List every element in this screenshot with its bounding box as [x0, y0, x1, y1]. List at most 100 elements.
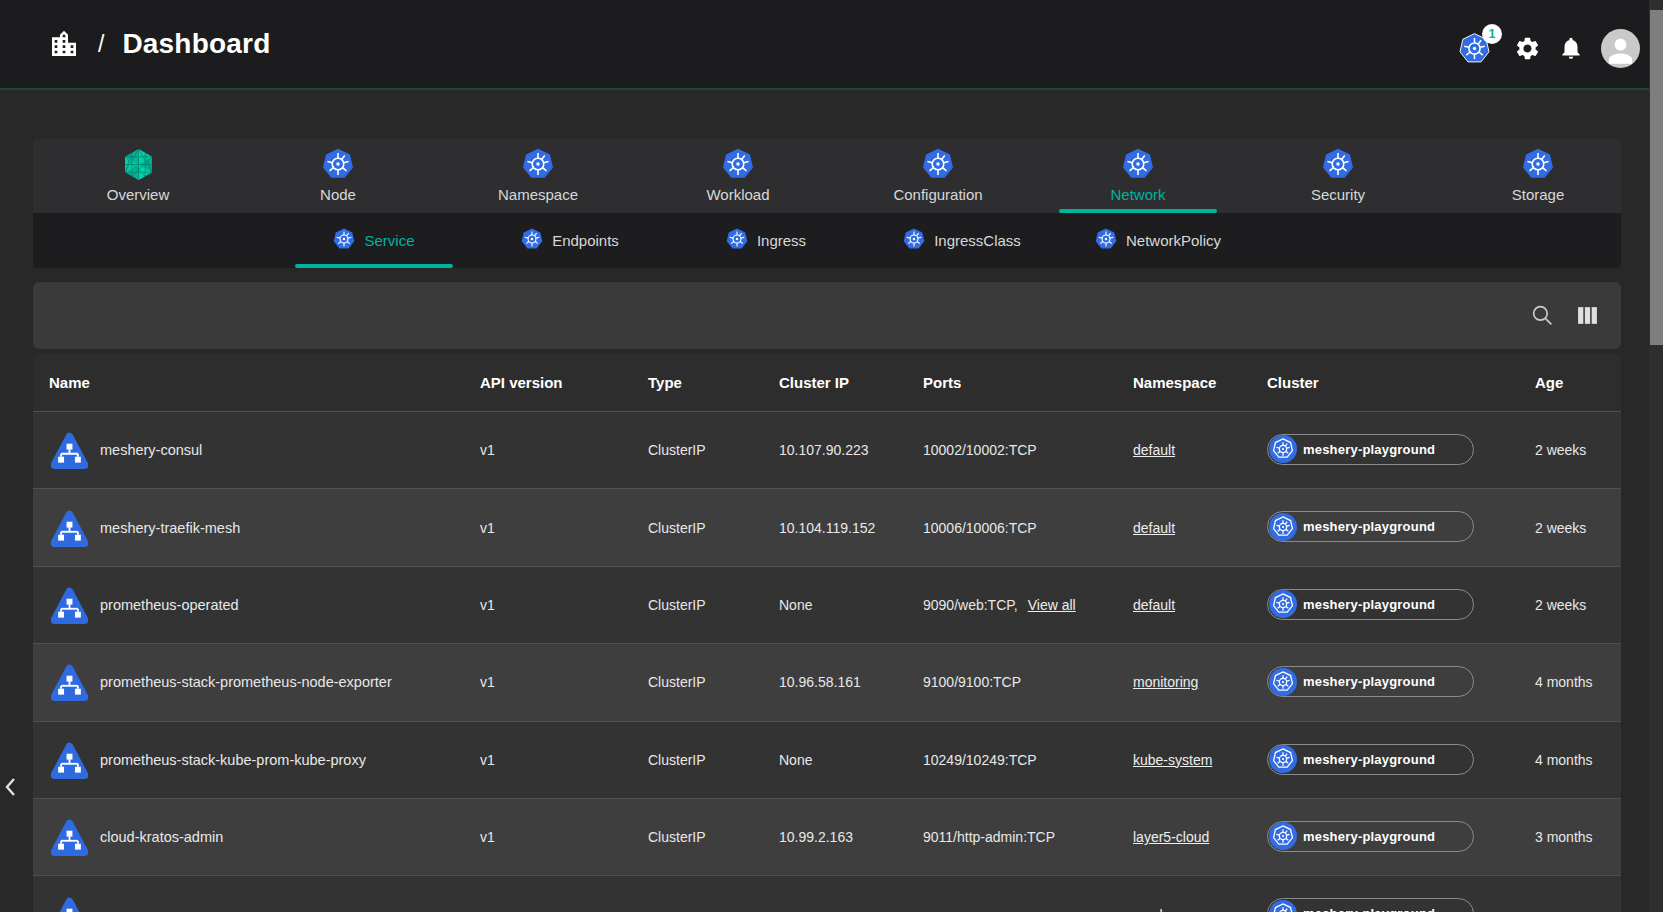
service-name: meshery-traefik-mesh [100, 520, 240, 536]
service-resource-icon [51, 430, 88, 470]
service-table-row[interactable]: prometheus-operated v1 ClusterIP None 90… [33, 566, 1621, 643]
kubernetes-icon [333, 228, 355, 250]
cluster-cell: meshery-playground [1251, 511, 1519, 544]
service-table-row[interactable]: meshery-traefik-mesh v1 ClusterIP 10.104… [33, 488, 1621, 565]
namespace-link[interactable]: meshery [1133, 907, 1187, 912]
service-name: cloud-kratos-admin [100, 829, 223, 845]
category-tab[interactable]: Workload [638, 139, 838, 213]
organization-logo-icon[interactable] [48, 28, 80, 60]
name-cell: prometheus-stack-prometheus-node-exporte… [33, 662, 464, 702]
type-cell: ClusterIP [632, 442, 763, 458]
cluster-ip-cell: 10.99.2.163 [763, 829, 907, 845]
active-subtab-indicator [295, 264, 453, 269]
scrollbar-thumb[interactable] [1650, 10, 1663, 345]
breadcrumb-separator: / [98, 31, 104, 58]
category-tab-label: Overview [107, 186, 170, 203]
ports-cell: 9090/web:TCP,View all [907, 597, 1117, 613]
collapse-drawer-chevron[interactable] [3, 774, 25, 800]
resource-subtab[interactable]: Ingress [668, 213, 864, 268]
kubernetes-icon [1269, 513, 1297, 541]
kubernetes-context-button[interactable]: 1 [1459, 32, 1491, 64]
search-icon[interactable] [1529, 303, 1555, 329]
namespace-link[interactable]: default [1133, 520, 1175, 536]
namespace-link[interactable]: monitoring [1133, 674, 1198, 690]
cluster-chip[interactable]: meshery-playground [1267, 511, 1474, 542]
subtab-label: Ingress [757, 232, 806, 249]
cluster-chip-label: meshery-playground [1303, 829, 1435, 844]
cluster-chip[interactable]: meshery-playground [1267, 589, 1474, 620]
cluster-cell: meshery-playground [1251, 821, 1519, 854]
notifications-icon[interactable] [1558, 35, 1584, 61]
service-table-row[interactable]: meshery meshery-playground [33, 875, 1621, 912]
age-cell: 2 weeks [1519, 520, 1621, 536]
resource-subtab[interactable]: IngressClass [864, 213, 1060, 268]
cluster-chip-label: meshery-playground [1303, 906, 1435, 912]
meshery-kubernetes-dashboard: / Dashboard 1 [0, 0, 1663, 912]
type-cell: ClusterIP [632, 674, 763, 690]
resource-subtab[interactable]: Endpoints [472, 213, 668, 268]
api-version-cell: v1 [464, 442, 632, 458]
kubernetes-icon [522, 148, 554, 180]
resource-subtab[interactable]: Service [276, 213, 472, 268]
services-table: NameAPI versionTypeCluster IPPortsNamesp… [33, 353, 1621, 912]
service-name: meshery-consul [100, 442, 202, 458]
service-table-row[interactable]: prometheus-stack-kube-prom-kube-proxy v1… [33, 721, 1621, 798]
api-version-cell: v1 [464, 597, 632, 613]
ports-cell: 10002/10002:TCP [907, 442, 1117, 458]
kubernetes-icon [322, 148, 354, 180]
type-cell: ClusterIP [632, 520, 763, 536]
namespace-link[interactable]: default [1133, 597, 1175, 613]
category-tab[interactable]: Namespace [438, 139, 638, 213]
service-resource-icon [51, 895, 88, 912]
resource-subtab[interactable]: NetworkPolicy [1060, 213, 1256, 268]
namespace-link[interactable]: layer5-cloud [1133, 829, 1209, 845]
cluster-chip[interactable]: meshery-playground [1267, 434, 1474, 465]
category-tab[interactable]: Configuration [838, 139, 1038, 213]
namespace-link[interactable]: default [1133, 442, 1175, 458]
ports-cell: 10249/10249:TCP [907, 752, 1117, 768]
page-scrollbar[interactable] [1649, 0, 1663, 912]
ports-cell: 9011/http-admin:TCP [907, 829, 1117, 845]
app-header: / Dashboard 1 [0, 0, 1663, 90]
view-all-link[interactable]: View all [1028, 597, 1076, 613]
person-icon [1603, 33, 1638, 68]
user-avatar[interactable] [1601, 29, 1640, 68]
service-table-row[interactable]: cloud-kratos-admin v1 ClusterIP 10.99.2.… [33, 798, 1621, 875]
category-tab-label: Storage [1512, 186, 1565, 203]
namespace-link[interactable]: kube-system [1133, 752, 1212, 768]
name-cell [33, 895, 464, 912]
api-version-cell: v1 [464, 674, 632, 690]
subtab-label: NetworkPolicy [1126, 232, 1221, 249]
category-tab-label: Workload [706, 186, 769, 203]
cluster-chip[interactable]: meshery-playground [1267, 898, 1474, 912]
column-header: Namespace [1117, 374, 1251, 391]
category-tab-label: Namespace [498, 186, 578, 203]
age-cell: 3 months [1519, 829, 1621, 845]
category-tab[interactable]: Network [1038, 139, 1238, 213]
category-tab[interactable]: Node [238, 139, 438, 213]
age-cell: 2 weeks [1519, 442, 1621, 458]
category-tab-label: Network [1110, 186, 1165, 203]
kubernetes-icon [903, 228, 925, 250]
cluster-ip-cell: 10.96.58.161 [763, 674, 907, 690]
cluster-chip[interactable]: meshery-playground [1267, 666, 1474, 697]
cluster-chip[interactable]: meshery-playground [1267, 821, 1474, 852]
cluster-cell: meshery-playground [1251, 898, 1519, 912]
settings-icon[interactable] [1514, 35, 1541, 62]
service-name: prometheus-operated [100, 597, 239, 613]
service-table-row[interactable]: prometheus-stack-prometheus-node-exporte… [33, 643, 1621, 720]
service-resource-icon [51, 585, 88, 625]
service-table-row[interactable]: meshery-consul v1 ClusterIP 10.107.90.22… [33, 411, 1621, 488]
name-cell: prometheus-stack-kube-prom-kube-proxy [33, 740, 464, 780]
kubernetes-icon [1322, 148, 1354, 180]
category-tab[interactable]: Overview [38, 139, 238, 213]
category-tab[interactable]: Storage [1438, 139, 1621, 213]
column-header: Ports [907, 374, 1117, 391]
cluster-chip-label: meshery-playground [1303, 519, 1435, 534]
subtab-label: IngressClass [934, 232, 1021, 249]
view-columns-icon[interactable] [1574, 303, 1600, 329]
service-name: prometheus-stack-kube-prom-kube-proxy [100, 752, 366, 768]
cluster-chip[interactable]: meshery-playground [1267, 744, 1474, 775]
namespace-cell: default [1117, 597, 1251, 613]
category-tab[interactable]: Security [1238, 139, 1438, 213]
